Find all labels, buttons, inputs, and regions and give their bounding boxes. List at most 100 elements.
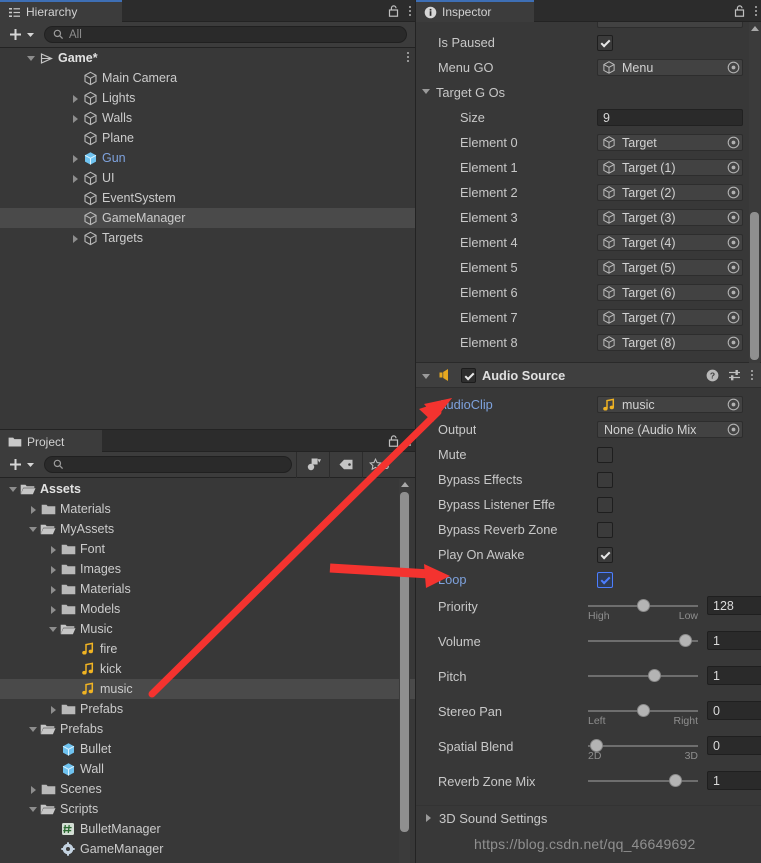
lock-icon[interactable] <box>733 4 746 18</box>
project-item-myassets[interactable]: MyAssets <box>0 519 415 539</box>
inspector-number-field-size[interactable]: 9 <box>597 109 743 126</box>
chevron-down-icon[interactable] <box>48 624 59 635</box>
audio-checkbox-bypass-effects[interactable] <box>597 471 613 488</box>
3d-sound-settings-foldout[interactable]: 3D Sound Settings <box>416 805 761 831</box>
inspector-object-field-element-4[interactable]: Target (4) <box>597 234 743 251</box>
lock-icon[interactable] <box>387 434 400 448</box>
object-picker-icon[interactable] <box>727 211 740 224</box>
chevron-right-icon[interactable] <box>48 544 59 555</box>
project-item-music[interactable]: Music <box>0 619 415 639</box>
slider-thumb[interactable] <box>669 774 683 787</box>
project-item-gamemanager[interactable]: GameManager <box>0 839 415 859</box>
audio-source-enabled-checkbox[interactable] <box>461 367 476 383</box>
chevron-down-icon[interactable] <box>28 524 39 535</box>
hierarchy-search-input[interactable]: All <box>44 26 407 43</box>
hierarchy-item-plane[interactable]: Plane <box>0 128 415 148</box>
chevron-down-icon[interactable] <box>26 53 37 64</box>
lock-icon[interactable] <box>387 4 400 18</box>
chevron-down-icon[interactable] <box>28 804 39 815</box>
project-item-bullet[interactable]: Bullet <box>0 739 415 759</box>
project-scrollbar-thumb[interactable] <box>400 492 409 832</box>
favorites-icon[interactable]: 8 <box>362 451 395 478</box>
hierarchy-item-main-camera[interactable]: Main Camera <box>0 68 415 88</box>
slider-thumb[interactable] <box>648 669 662 682</box>
inspector-object-field-element-7[interactable]: Target (7) <box>597 309 743 326</box>
audio-slider-value-spatial-blend[interactable]: 0 <box>707 736 761 755</box>
object-picker-icon[interactable] <box>727 136 740 149</box>
inspector-object-field-element-8[interactable]: Target (8) <box>597 334 743 351</box>
inspector-checkbox-is-paused[interactable] <box>597 34 613 51</box>
project-item-font[interactable]: Font <box>0 539 415 559</box>
chevron-right-icon[interactable] <box>48 704 59 715</box>
inspector-object-field-element-1[interactable]: Target (1) <box>597 159 743 176</box>
kebab-menu-icon[interactable] <box>751 370 753 380</box>
inspector-object-field-element-3[interactable]: Target (3) <box>597 209 743 226</box>
chevron-right-icon[interactable] <box>70 173 81 184</box>
chevron-down-icon[interactable] <box>28 724 39 735</box>
object-picker-icon[interactable] <box>727 161 740 174</box>
project-item-scenes[interactable]: Scenes <box>0 779 415 799</box>
object-picker-icon[interactable] <box>727 336 740 349</box>
audio-slider-volume[interactable] <box>588 632 698 649</box>
project-item-fire[interactable]: fire <box>0 639 415 659</box>
hierarchy-item-eventsystem[interactable]: EventSystem <box>0 188 415 208</box>
chevron-down-icon[interactable] <box>422 89 430 94</box>
tab-hierarchy[interactable]: Hierarchy <box>0 0 122 22</box>
object-picker-icon[interactable] <box>727 398 740 411</box>
project-item-wall[interactable]: Wall <box>0 759 415 779</box>
audio-slider-value-priority[interactable]: 128 <box>707 596 761 615</box>
chevron-right-icon[interactable] <box>28 504 39 515</box>
hierarchy-item-ui[interactable]: UI <box>0 168 415 188</box>
audio-slider-value-volume[interactable]: 1 <box>707 631 761 650</box>
chevron-right-icon[interactable] <box>48 584 59 595</box>
object-picker-icon[interactable] <box>727 61 740 74</box>
tab-project[interactable]: Project <box>0 430 102 452</box>
audio-slider-value-pitch[interactable]: 1 <box>707 666 761 685</box>
kebab-menu-icon[interactable] <box>409 6 411 16</box>
chevron-down-icon[interactable] <box>8 484 19 495</box>
inspector-object-field-element-6[interactable]: Target (6) <box>597 284 743 301</box>
chevron-right-icon[interactable] <box>70 93 81 104</box>
inspector-object-field-element-2[interactable]: Target (2) <box>597 184 743 201</box>
project-item-bulletmanager[interactable]: BulletManager <box>0 819 415 839</box>
chevron-down-icon[interactable] <box>422 370 433 381</box>
kebab-menu-icon[interactable] <box>755 6 757 16</box>
tab-inspector[interactable]: Inspector <box>416 0 534 22</box>
chevron-right-icon[interactable] <box>70 233 81 244</box>
object-picker-icon[interactable] <box>727 236 740 249</box>
inspector-scrollbar[interactable] <box>749 22 760 363</box>
audio-slider-reverb-zone-mix[interactable] <box>588 772 698 789</box>
audio-checkbox-loop[interactable] <box>597 571 613 588</box>
project-scrollbar[interactable] <box>399 479 410 863</box>
hierarchy-tree[interactable]: Game* Main Camera Lights Walls Plane Gun UI Eve… <box>0 48 415 429</box>
audio-checkbox-bypass-listener-effe[interactable] <box>597 496 613 513</box>
audio-checkbox-mute[interactable] <box>597 446 613 463</box>
project-item-images[interactable]: Images <box>0 559 415 579</box>
audio-slider-pitch[interactable] <box>588 667 698 684</box>
inspector-object-field-menu-go[interactable]: Menu <box>597 59 743 76</box>
hierarchy-item-gun[interactable]: Gun <box>0 148 415 168</box>
object-picker-icon[interactable] <box>727 186 740 199</box>
hierarchy-item-lights[interactable]: Lights <box>0 88 415 108</box>
audio-source-header[interactable]: Audio Source ? <box>416 362 761 388</box>
project-item-music[interactable]: music <box>0 679 415 699</box>
create-gameobject-button[interactable] <box>3 27 40 42</box>
hierarchy-item-targets[interactable]: Targets <box>0 228 415 248</box>
kebab-menu-icon[interactable] <box>409 436 411 446</box>
label-filter-icon[interactable] <box>329 451 362 478</box>
hierarchy-item-gamemanager[interactable]: GameManager <box>0 208 415 228</box>
audio-checkbox-bypass-reverb-zone[interactable] <box>597 521 613 538</box>
project-item-materials[interactable]: Materials <box>0 499 415 519</box>
project-item-assets[interactable]: Assets <box>0 479 415 499</box>
inspector-object-field-element-0[interactable]: Target <box>597 134 743 151</box>
object-picker-icon[interactable] <box>727 423 740 436</box>
kebab-menu-icon[interactable] <box>407 52 409 62</box>
create-asset-button[interactable] <box>3 457 40 472</box>
project-item-models[interactable]: Models <box>0 599 415 619</box>
asset-filter-icon[interactable] <box>296 451 329 478</box>
audio-slider-value-stereo-pan[interactable]: 0 <box>707 701 761 720</box>
project-item-materials[interactable]: Materials <box>0 579 415 599</box>
chevron-right-icon[interactable] <box>48 604 59 615</box>
chevron-right-icon[interactable] <box>28 784 39 795</box>
slider-thumb[interactable] <box>679 634 693 647</box>
